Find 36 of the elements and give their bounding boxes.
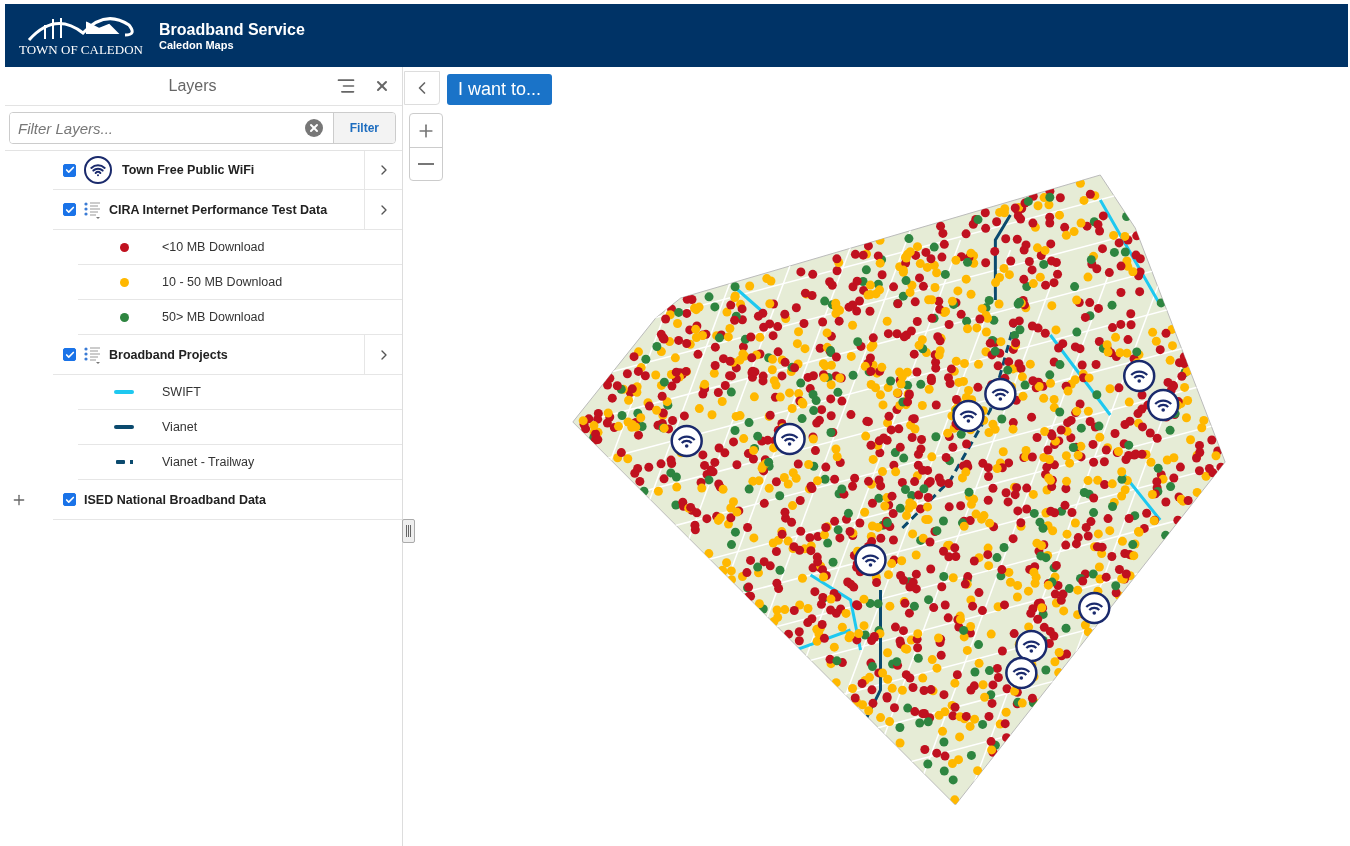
layer-name[interactable]: Town Free Public WiFi — [122, 163, 364, 177]
filter-field[interactable]: Filter Layers... Filter — [9, 112, 396, 144]
wifi-marker-icon[interactable] — [670, 424, 703, 458]
wifi-marker-icon[interactable] — [1005, 656, 1038, 690]
legend-label: Vianet — [162, 420, 198, 434]
minus-icon — [418, 163, 434, 165]
layer-name[interactable]: CIRA Internet Performance Test Data — [109, 202, 364, 217]
layer-checkbox[interactable] — [63, 203, 76, 216]
filter-button[interactable]: Filter — [332, 113, 395, 143]
wifi-marker-icon[interactable] — [773, 422, 806, 456]
panel-title: Layers — [167, 77, 218, 95]
wifi-marker-icon[interactable] — [1123, 359, 1156, 393]
legend-label: 10 - 50 MB Download — [162, 275, 283, 289]
layer-name[interactable]: ISED National Broadband Data — [84, 492, 402, 507]
logo-text: TOWN OF CALEDON — [19, 42, 143, 58]
legend-label: 50> MB Download — [162, 310, 265, 324]
i-want-to-button[interactable]: I want to... — [447, 74, 553, 105]
legend-list-icon — [84, 345, 101, 364]
wifi-marker-icon[interactable] — [984, 377, 1017, 411]
wifi-icon — [84, 156, 112, 184]
legend-label: <10 MB Download — [162, 240, 265, 254]
app-subtitle: Caledon Maps — [159, 38, 235, 51]
layer-checkbox[interactable] — [63, 163, 76, 177]
legend-label: SWIFT — [162, 385, 201, 399]
map-drawing[interactable] — [572, 174, 1226, 806]
wifi-marker-icon[interactable] — [952, 399, 985, 433]
wifi-marker-icon[interactable] — [1146, 388, 1180, 422]
wifi-marker-icon[interactable] — [854, 543, 887, 577]
legend-label: Vianet - Trailway — [162, 455, 255, 469]
layer-checkbox[interactable] — [63, 348, 76, 361]
wifi-marker-icon[interactable] — [1078, 591, 1111, 625]
layer-checkbox[interactable] — [63, 493, 76, 506]
app-title: Broadband Service — [159, 20, 305, 39]
legend-list-icon — [84, 200, 101, 219]
resize-handle-icon[interactable] — [402, 519, 415, 543]
layer-name[interactable]: Broadband Projects — [109, 347, 364, 362]
